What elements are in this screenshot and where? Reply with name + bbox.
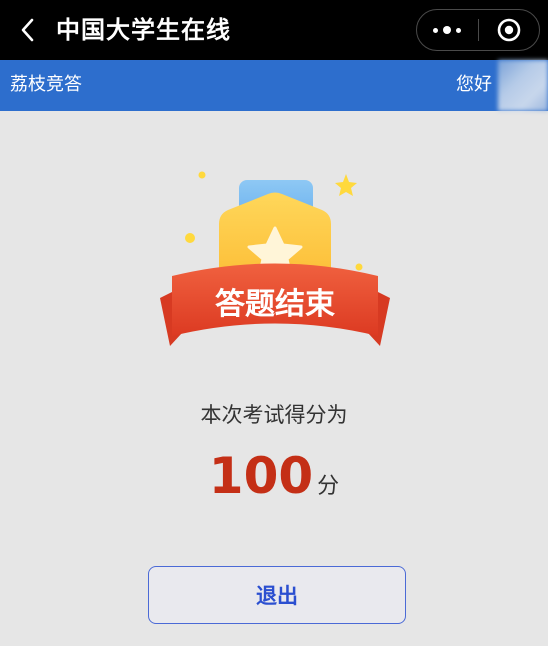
header-bar: 荔枝竞答 您好 [0,60,548,111]
result-panel: 答题结束 本次考试得分为 100 分 退出 [0,111,548,646]
sparkle-dot-icon [185,233,195,243]
more-button[interactable] [417,10,478,50]
target-circle-icon [497,18,521,42]
score-display: 100 分 [0,446,548,506]
close-miniapp-button[interactable] [479,10,540,50]
score-unit: 分 [317,474,340,499]
quiz-finished-badge: 答题结束 [160,171,390,346]
greeting-text: 您好 [456,74,492,95]
score-label: 本次考试得分为 [200,403,348,427]
avatar[interactable] [498,60,548,111]
title-bar: 中国大学生在线 [0,0,548,60]
score-value: 100 [208,447,314,505]
brand-label: 荔枝竞答 [10,74,82,95]
exit-button[interactable]: 退出 [148,566,406,624]
badge-text: 答题结束 [215,287,335,322]
app-title: 中国大学生在线 [56,16,231,44]
back-button[interactable] [10,12,46,48]
chevron-left-icon [21,18,34,42]
sparkle-dot-icon [198,171,206,179]
miniapp-capsule [416,9,540,51]
more-dots-icon [433,26,462,34]
sparkle-dot-icon [355,263,363,271]
sparkle-star-icon [335,174,357,196]
